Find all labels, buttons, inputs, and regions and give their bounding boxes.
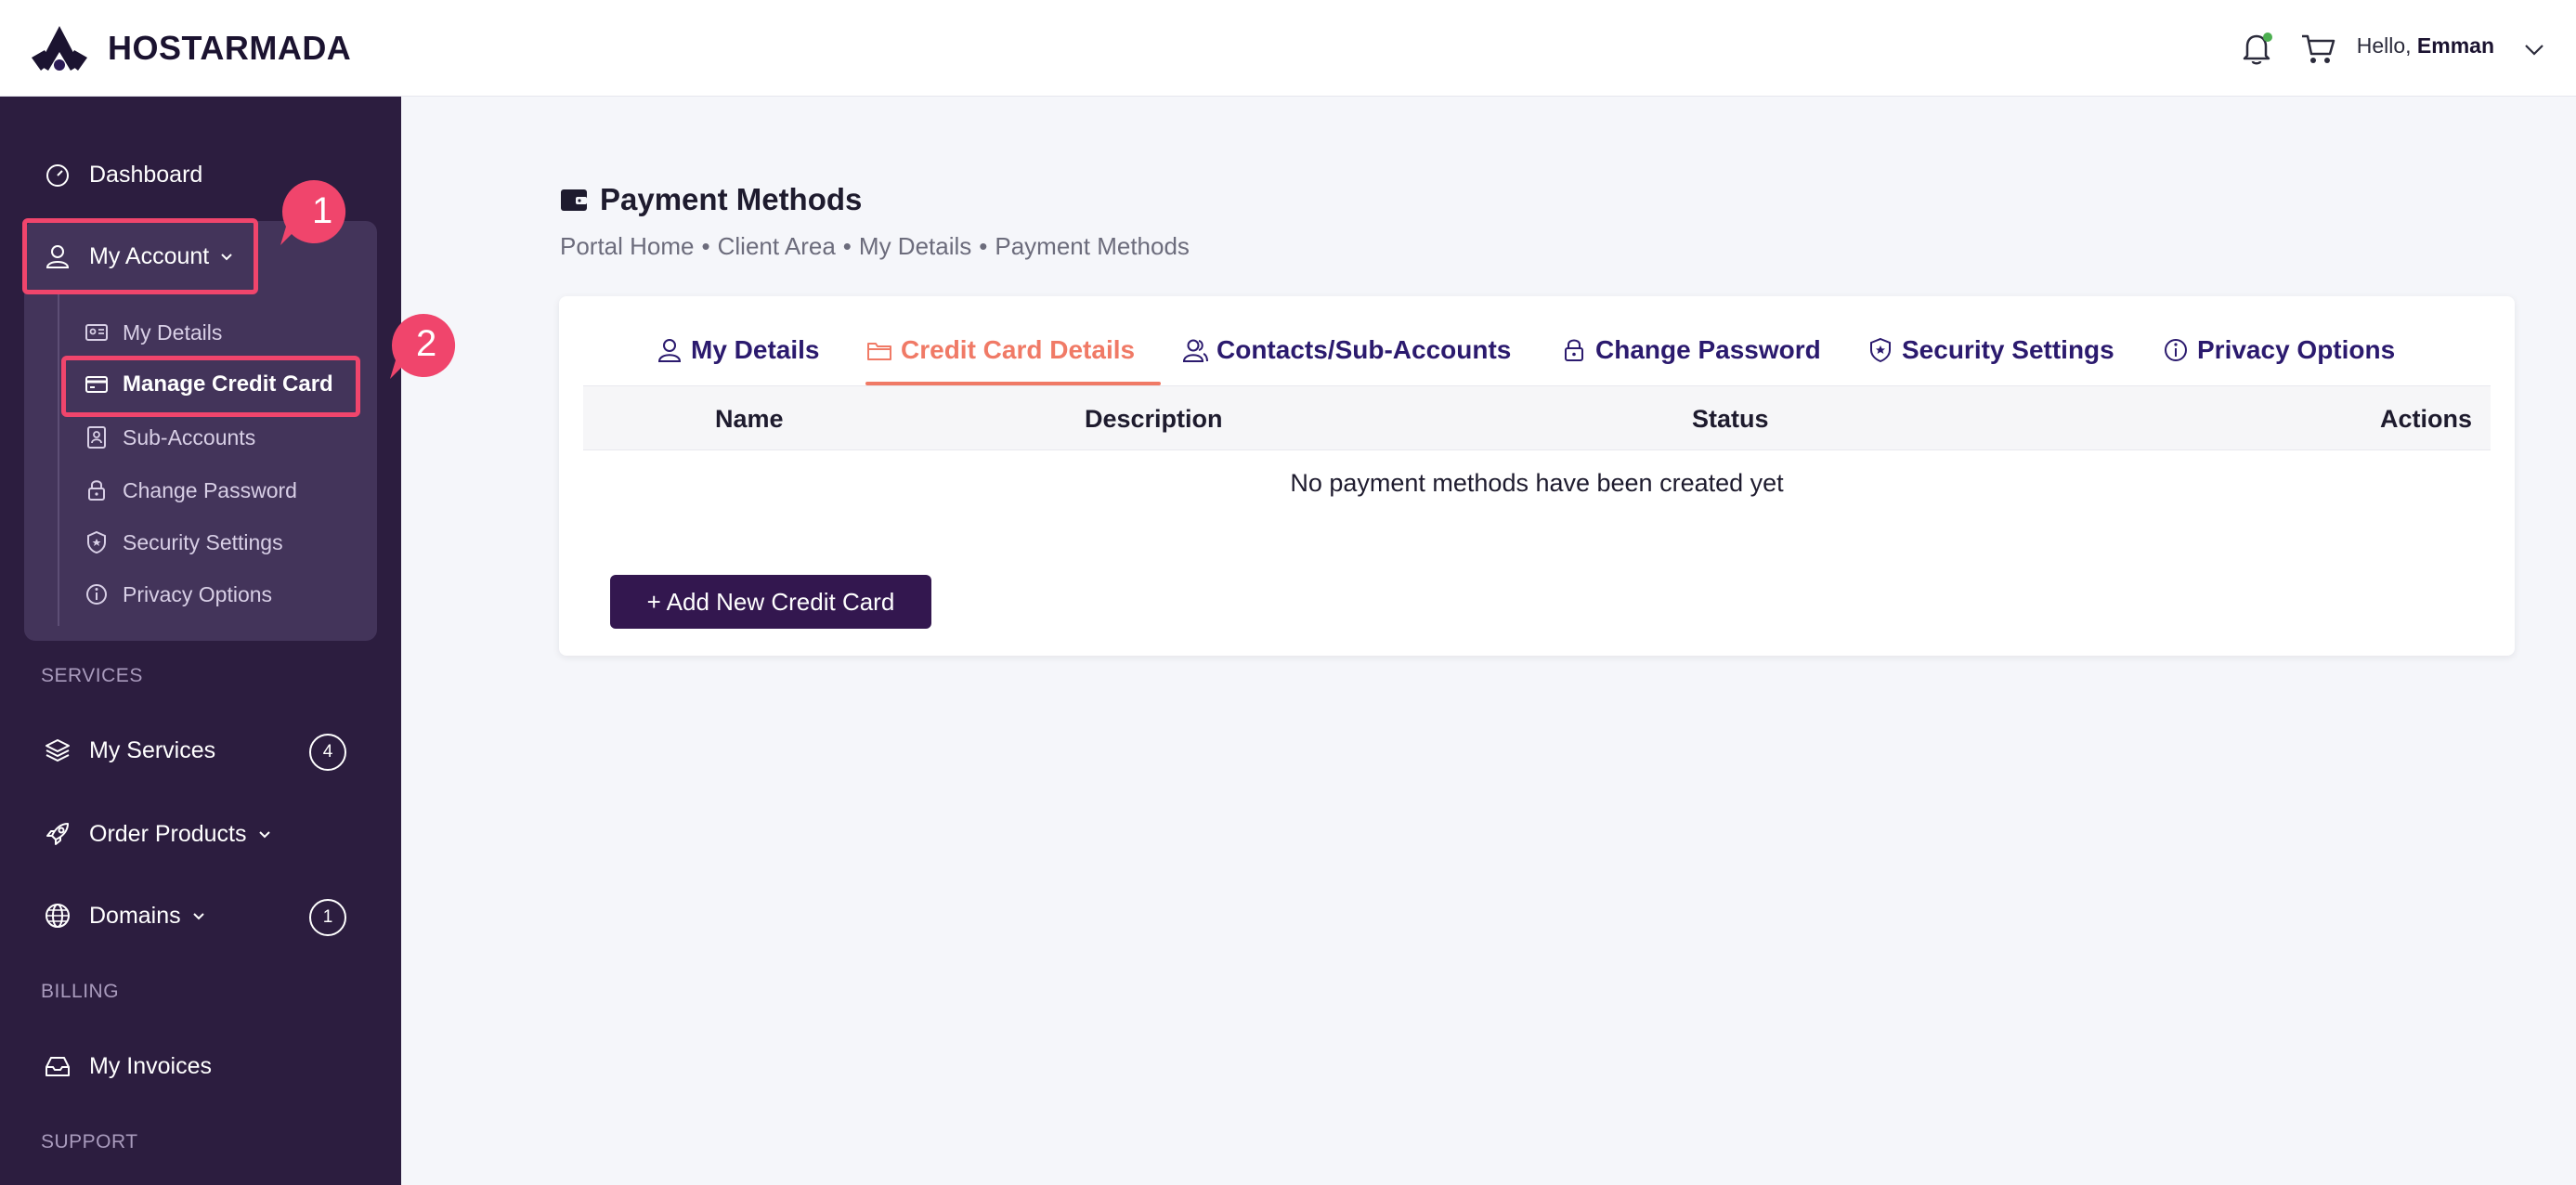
user-icon — [657, 339, 682, 362]
tab-credit-card-details[interactable]: Credit Card Details — [865, 335, 1135, 365]
empty-table-message: No payment methods have been created yet — [1290, 469, 1784, 497]
tab-label: Credit Card Details — [901, 335, 1136, 364]
breadcrumb-item-my-details[interactable]: My Details — [859, 232, 971, 260]
tab-label: Contacts/Sub-Accounts — [1216, 335, 1512, 364]
section-label-support: SUPPORT — [41, 1131, 138, 1152]
breadcrumb-item-portal-home[interactable]: Portal Home — [560, 232, 695, 260]
sidebar-item-label: Dashboard — [89, 161, 203, 188]
table-header: Name Description Status Actions — [583, 385, 2491, 450]
user-name: Emman — [2416, 33, 2494, 58]
sidebar-item-label: Domains — [89, 902, 181, 929]
column-header-name[interactable]: Name — [715, 405, 784, 434]
submenu-item-security-settings[interactable]: Security Settings — [84, 529, 283, 555]
highlight-my-account — [22, 218, 258, 294]
tab-label: My Details — [691, 335, 820, 364]
domains-count-badge: 1 — [309, 899, 346, 936]
rocket-icon — [46, 823, 69, 845]
greeting-text: Hello, — [2356, 33, 2412, 58]
lock-icon — [1565, 339, 1583, 361]
callout-number: 1 — [312, 190, 333, 231]
column-header-actions: Actions — [2379, 405, 2472, 433]
chevron-down-icon — [192, 913, 204, 920]
breadcrumb-item-payment-methods: Payment Methods — [995, 232, 1190, 260]
callout-number: 2 — [416, 323, 437, 364]
sidebar-item-label: Order Products — [89, 820, 247, 847]
tab-security-settings[interactable]: Security Settings — [1867, 335, 2114, 365]
tab-label: Privacy Options — [2197, 335, 2396, 364]
globe-icon — [46, 904, 70, 928]
my-services-count-badge: 4 — [309, 734, 346, 771]
sidebar-item-label: My Services — [89, 736, 216, 763]
submenu-item-label: Security Settings — [123, 529, 283, 554]
payment-methods-card: My Details Credit Card Details Contacts/… — [559, 296, 2515, 656]
breadcrumb: Portal Home • Client Area • My Details • Payme… — [560, 232, 1190, 261]
cart-icon[interactable] — [2297, 28, 2338, 69]
column-header-description[interactable]: Description — [1085, 405, 1223, 434]
submenu-item-label: Privacy Options — [123, 581, 273, 606]
add-new-credit-card-button[interactable]: + Add New Credit Card — [610, 575, 931, 629]
breadcrumb-separator: • — [842, 232, 852, 260]
section-label-billing: BILLING — [41, 981, 120, 1002]
info-icon — [86, 584, 107, 605]
layers-icon — [46, 739, 70, 762]
tab-my-details[interactable]: My Details — [656, 335, 820, 365]
tab-label: Security Settings — [1902, 335, 2114, 364]
submenu-item-label: Sub-Accounts — [123, 424, 256, 449]
contact-card-icon — [87, 426, 106, 449]
page-title-text: Payment Methods — [600, 182, 863, 216]
sidebar-item-my-invoices[interactable]: My Invoices — [43, 1051, 212, 1081]
user-greeting[interactable]: Hello, Emman — [2357, 33, 2494, 59]
folder-icon — [867, 343, 891, 360]
submenu-item-my-details[interactable]: My Details — [84, 319, 222, 345]
notification-bell-icon[interactable] — [2236, 28, 2277, 69]
lock-icon — [88, 480, 105, 501]
submenu-divider-line — [58, 293, 59, 626]
tab-change-password[interactable]: Change Password — [1560, 335, 1821, 365]
chevron-down-icon[interactable] — [2522, 37, 2546, 61]
breadcrumb-item-client-area[interactable]: Client Area — [718, 232, 836, 260]
sidebar-item-order-products[interactable]: Order Products — [43, 819, 273, 849]
submenu-item-label: Change Password — [123, 477, 297, 502]
column-header-status[interactable]: Status — [1692, 405, 1769, 434]
hostarmada-logo-icon — [32, 26, 87, 71]
page-title: Payment Methods — [559, 182, 862, 217]
wallet-icon — [561, 189, 587, 211]
shield-icon — [1870, 337, 1891, 363]
breadcrumb-separator: • — [701, 232, 710, 260]
highlight-manage-credit-card — [61, 356, 360, 417]
info-icon — [2165, 339, 2187, 361]
contacts-icon — [1182, 339, 1208, 362]
breadcrumb-separator: • — [979, 232, 988, 260]
shield-icon — [87, 530, 106, 554]
brand-name: HOSTARMADA — [108, 29, 352, 67]
chevron-down-icon — [258, 831, 270, 839]
id-card-icon — [85, 324, 108, 341]
sidebar-item-my-services[interactable]: My Services — [43, 736, 215, 765]
submenu-item-sub-accounts[interactable]: Sub-Accounts — [84, 424, 255, 450]
submenu-item-label: My Details — [123, 319, 223, 345]
tab-privacy-options[interactable]: Privacy Options — [2162, 335, 2395, 365]
submenu-item-privacy-options[interactable]: Privacy Options — [84, 581, 272, 607]
tab-label: Change Password — [1595, 335, 1821, 364]
submenu-item-change-password[interactable]: Change Password — [84, 477, 297, 503]
sidebar-item-domains[interactable]: Domains — [43, 901, 207, 931]
inbox-icon — [46, 1057, 70, 1076]
sidebar-item-dashboard[interactable]: Dashboard — [43, 160, 202, 189]
top-header: HOSTARMADA Hello, Emman — [0, 0, 2576, 97]
brand-logo[interactable]: HOSTARMADA — [24, 24, 351, 72]
section-label-services: SERVICES — [41, 665, 143, 686]
dashboard-gauge-icon — [46, 164, 69, 187]
tab-contacts-sub-accounts[interactable]: Contacts/Sub-Accounts — [1181, 335, 1511, 365]
account-tabs: My Details Credit Card Details Contacts/… — [559, 296, 2515, 385]
sidebar-item-label: My Invoices — [89, 1052, 212, 1079]
